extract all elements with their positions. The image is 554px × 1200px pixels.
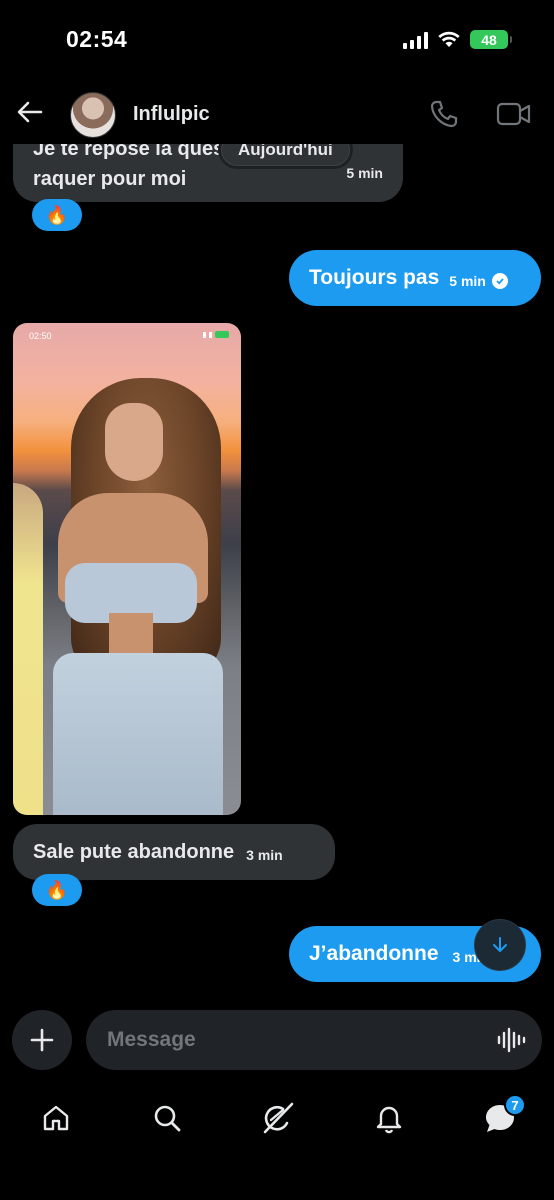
grok-icon — [263, 1102, 294, 1134]
avatar[interactable] — [70, 92, 116, 138]
battery-icon: 48 — [470, 30, 512, 49]
arrow-down-icon — [493, 937, 507, 952]
bell-icon — [376, 1106, 402, 1134]
home-icon — [43, 1105, 69, 1131]
tab-notifications[interactable] — [371, 1100, 407, 1136]
message-incoming[interactable]: Je te repose la question, tu veux raquer… — [13, 144, 403, 202]
reaction-badge[interactable]: 🔥 — [32, 874, 82, 906]
contact-name[interactable]: Influlpic — [133, 103, 210, 126]
tab-search[interactable] — [149, 1100, 185, 1136]
message-time: 5 min — [449, 273, 486, 289]
status-time: 02:54 — [66, 26, 128, 52]
conversation-header: Influlpic — [0, 84, 554, 144]
message-text: Sale pute abandonne — [33, 840, 235, 863]
bottom-tab-bar: 7 — [0, 1090, 554, 1146]
reaction-badge[interactable]: 🔥 — [32, 199, 82, 231]
wifi-icon — [438, 31, 460, 47]
read-receipt-icon — [491, 273, 508, 289]
phone-icon[interactable] — [428, 98, 460, 130]
voice-waveform-icon[interactable] — [496, 1026, 526, 1054]
scroll-to-bottom-button[interactable] — [475, 920, 525, 970]
status-bar: 02:54 48 — [0, 0, 554, 80]
messages-badge: 7 — [504, 1094, 526, 1116]
message-text: raquer pour moi — [33, 168, 187, 190]
message-time: 5 min — [346, 165, 383, 181]
message-image[interactable]: 02:50 — [13, 323, 241, 815]
message-composer — [0, 1008, 554, 1074]
status-icons: 48 — [403, 30, 512, 49]
signal-icon — [403, 31, 428, 49]
message-text: J’abandonne — [309, 942, 439, 965]
video-icon[interactable] — [496, 98, 532, 130]
message-text: Toujours pas — [309, 266, 440, 289]
back-arrow-icon[interactable] — [14, 96, 46, 128]
message-input[interactable] — [86, 1010, 542, 1070]
photo-status-icons — [203, 331, 229, 338]
add-attachment-button[interactable] — [12, 1010, 72, 1070]
message-outgoing[interactable]: Toujours pas 5 min — [289, 250, 541, 306]
message-list[interactable]: Je te repose la question, tu veux raquer… — [0, 144, 554, 1004]
tab-messages[interactable]: 7 — [482, 1094, 526, 1136]
date-separator: Aujourd'hui — [221, 144, 350, 166]
tab-home[interactable] — [38, 1100, 74, 1136]
message-time: 3 min — [246, 847, 283, 863]
tab-grok[interactable] — [260, 1100, 296, 1136]
plus-icon — [30, 1028, 54, 1052]
message-incoming[interactable]: Sale pute abandonne 3 min — [13, 824, 335, 880]
search-icon — [154, 1105, 181, 1132]
photo-status-time: 02:50 — [29, 331, 52, 341]
